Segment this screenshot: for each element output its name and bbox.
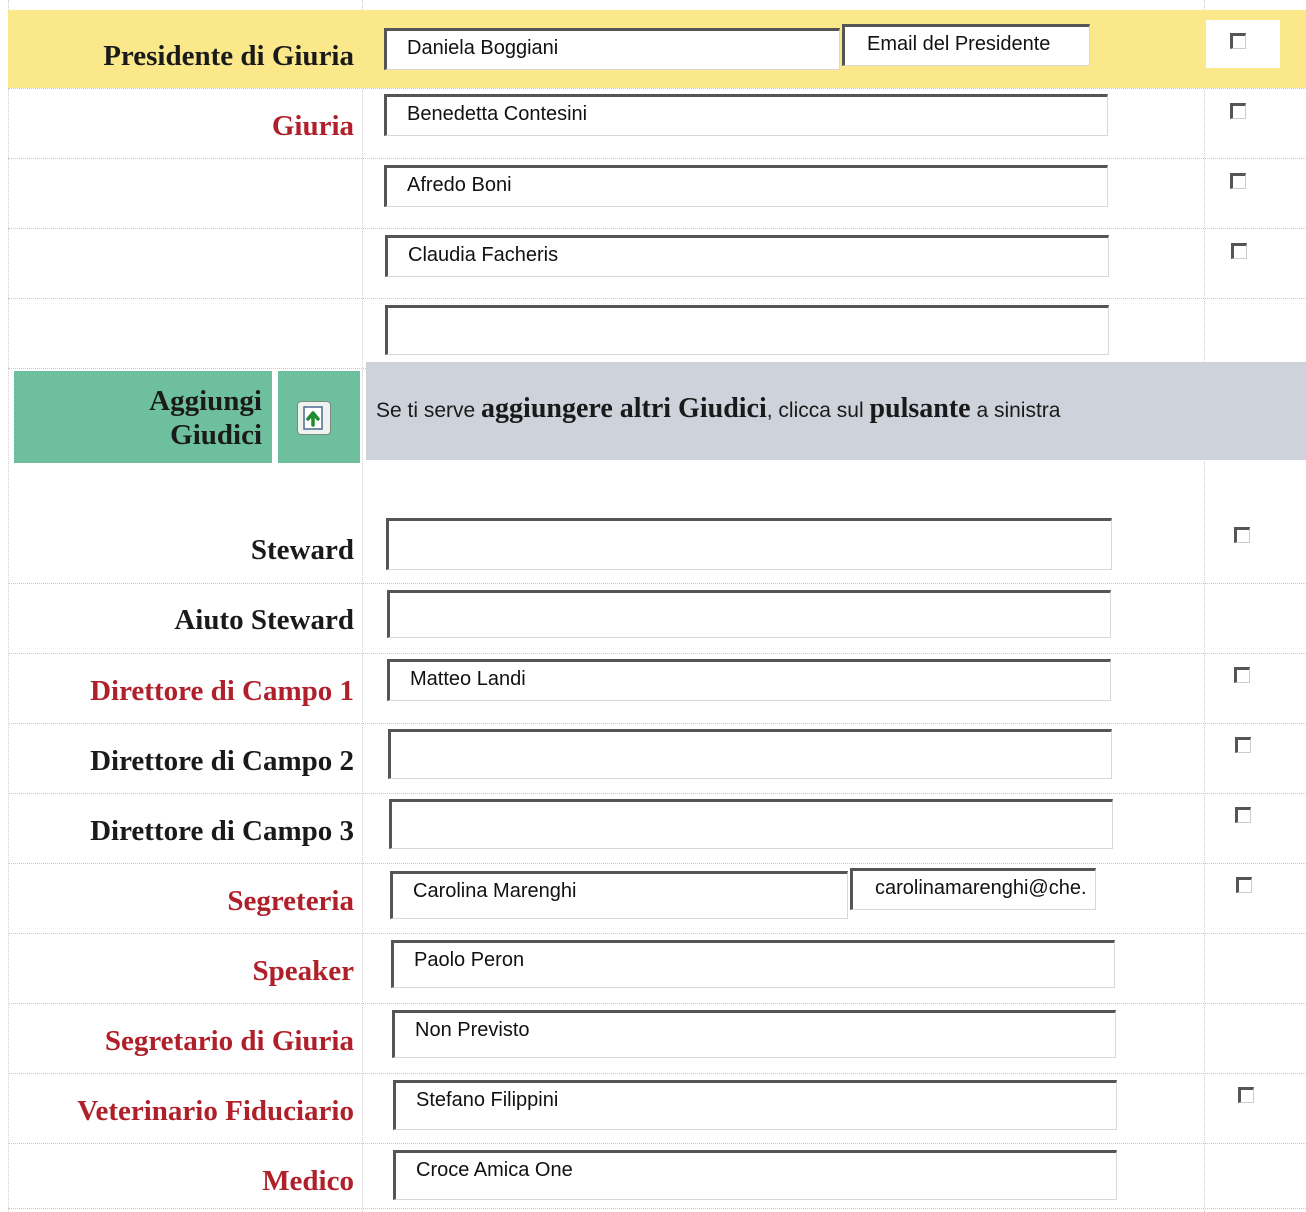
grid-line (8, 228, 1306, 229)
segretario-giuria-label: Segretario di Giuria (104, 1025, 354, 1057)
direttore-campo-3-label: Direttore di Campo 3 (90, 815, 354, 847)
grid-line (362, 0, 363, 1212)
jury-member-checkbox[interactable] (1230, 173, 1246, 189)
add-judges-label-line1: Aggiungi (149, 385, 262, 417)
direttore-campo-1-label: Direttore di Campo 1 (90, 675, 354, 707)
direttore-campo-2-checkbox[interactable] (1235, 737, 1251, 753)
president-label: Presidente di Giuria (103, 40, 354, 72)
add-upload-icon (302, 405, 326, 431)
president-name-field[interactable]: Daniela Boggiani (384, 28, 840, 70)
jury-member-field[interactable]: Afredo Boni (384, 165, 1108, 207)
jury-member-checkbox[interactable] (1231, 243, 1247, 259)
direttore-campo-2-label: Direttore di Campo 2 (90, 745, 354, 777)
aiuto-steward-field[interactable] (387, 590, 1111, 638)
jury-member-checkbox[interactable] (1230, 103, 1246, 119)
steward-field[interactable] (386, 518, 1112, 570)
jury-member-field[interactable] (385, 305, 1109, 355)
grid-line (8, 88, 1306, 89)
hint-text: Se ti serve (376, 399, 482, 422)
president-email-field[interactable]: Email del Presidente (842, 24, 1090, 66)
hint-bold-text: aggiungere altri Giudici (481, 393, 767, 424)
steward-label: Steward (250, 534, 354, 566)
aiuto-steward-label: Aiuto Steward (174, 604, 354, 636)
speaker-field[interactable]: Paolo Peron (391, 940, 1115, 988)
grid-line (8, 0, 9, 1212)
grid-line (8, 1073, 1306, 1074)
add-judges-label-line2: Giudici (170, 419, 262, 451)
medico-label: Medico (262, 1165, 354, 1197)
grid-line (8, 158, 1306, 159)
grid-line (8, 1208, 1306, 1209)
segreteria-name-field[interactable]: Carolina Marenghi (390, 871, 848, 919)
hint-text: , clicca sul (766, 399, 870, 422)
segreteria-label: Segreteria (227, 885, 354, 917)
jury-member-field[interactable]: Claudia Facheris (385, 235, 1109, 277)
add-judges-button[interactable] (297, 401, 331, 435)
segreteria-checkbox[interactable] (1236, 877, 1252, 893)
grid-line (8, 933, 1306, 934)
grid-line (8, 793, 1306, 794)
direttore-campo-1-field[interactable]: Matteo Landi (387, 659, 1111, 701)
hint-bold-text: pulsante (869, 393, 971, 424)
direttore-campo-3-field[interactable] (389, 799, 1113, 849)
grid-line (1204, 0, 1205, 1212)
hint-text: a sinistra (970, 399, 1061, 422)
direttore-campo-2-field[interactable] (388, 729, 1112, 779)
steward-checkbox[interactable] (1234, 527, 1250, 543)
grid-line (8, 863, 1306, 864)
grid-line (8, 1143, 1306, 1144)
direttore-campo-1-checkbox[interactable] (1234, 667, 1250, 683)
grid-line (8, 1003, 1306, 1004)
jury-member-field[interactable]: Benedetta Contesini (384, 94, 1108, 136)
grid-line (8, 583, 1306, 584)
grid-line (8, 723, 1306, 724)
president-checkbox[interactable] (1230, 33, 1246, 49)
speaker-label: Speaker (252, 955, 355, 987)
grid-line (8, 653, 1306, 654)
direttore-campo-3-checkbox[interactable] (1235, 807, 1251, 823)
segreteria-email-field[interactable]: carolinamarenghi@che. (850, 868, 1096, 910)
add-judges-hint: Se ti serve aggiungere altri Giudici, cl… (376, 393, 1296, 425)
veterinario-field[interactable]: Stefano Filippini (393, 1080, 1117, 1130)
medico-field[interactable]: Croce Amica One (393, 1150, 1117, 1200)
veterinario-checkbox[interactable] (1238, 1087, 1254, 1103)
giuria-label: Giuria (271, 110, 354, 142)
segretario-giuria-field[interactable]: Non Previsto (392, 1010, 1116, 1058)
grid-line (8, 298, 1306, 299)
add-judges-label: Aggiungi Giudici (14, 384, 262, 452)
veterinario-label: Veterinario Fiduciario (77, 1095, 354, 1127)
